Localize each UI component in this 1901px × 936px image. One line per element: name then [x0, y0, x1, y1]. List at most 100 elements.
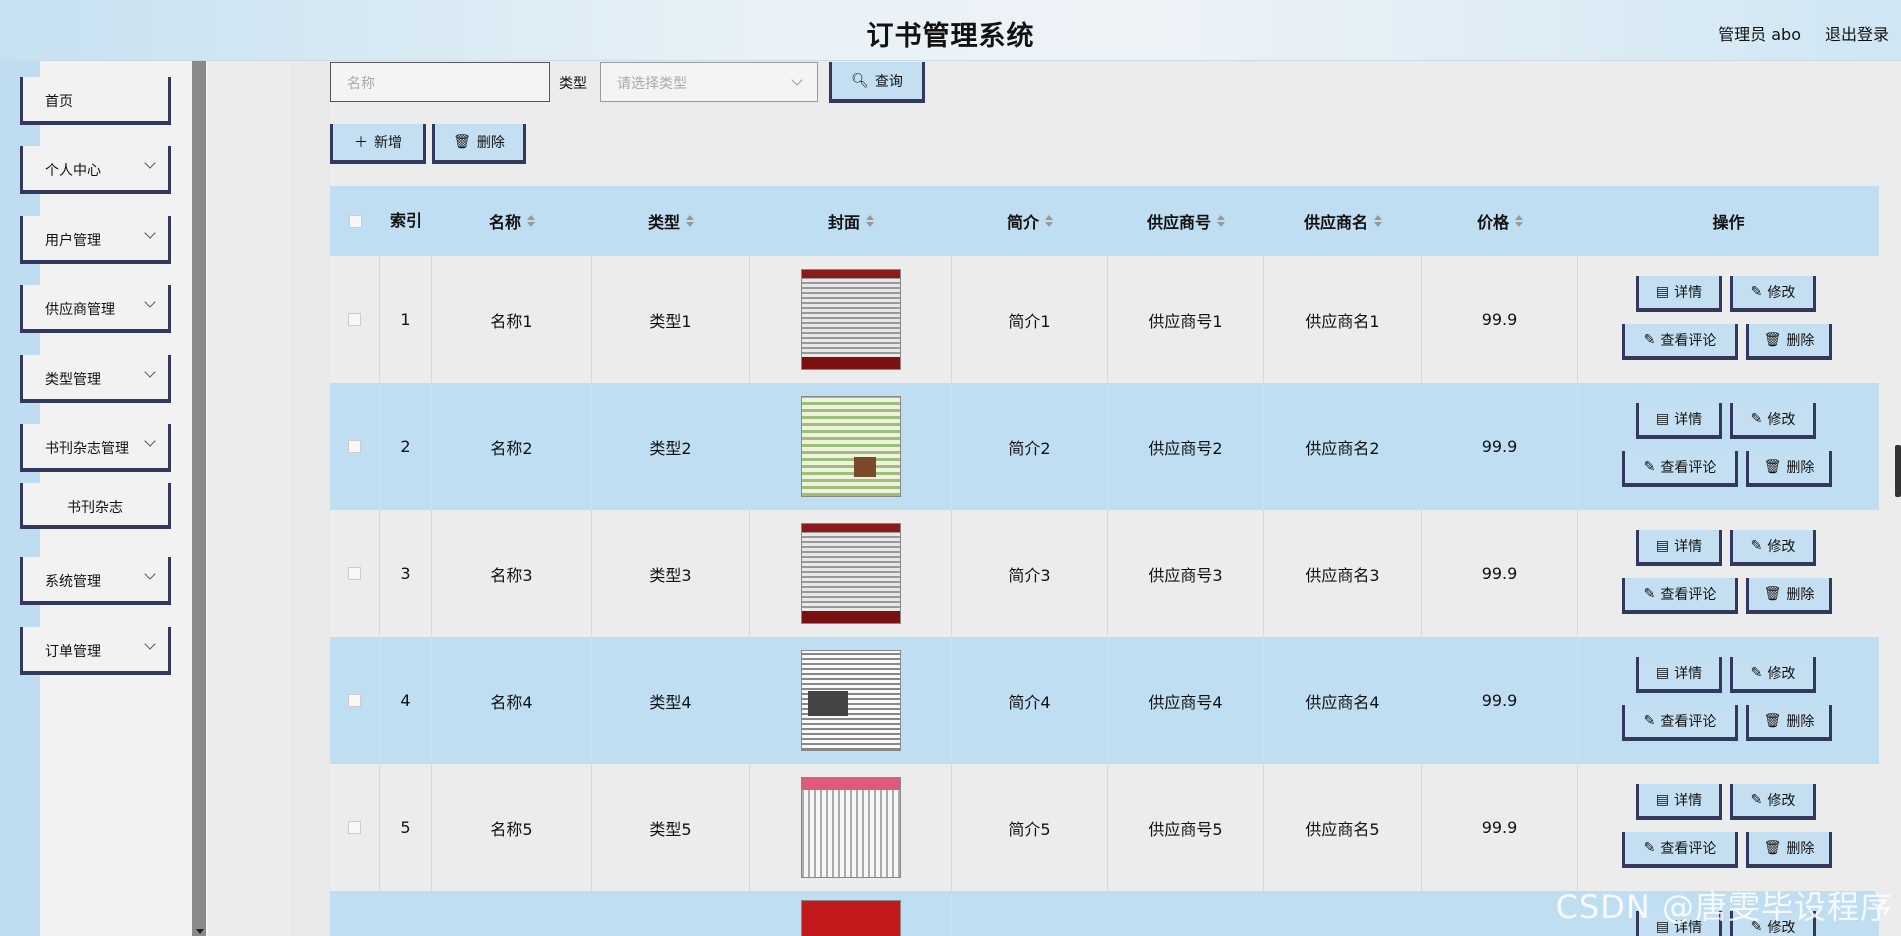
detail-button[interactable]: ▤ 详情 [1636, 276, 1722, 312]
view-comments-button[interactable]: ✎ 查看评论 [1622, 451, 1738, 487]
delete-label: 删除 [1786, 714, 1815, 730]
row-checkbox[interactable] [330, 510, 380, 637]
type-select[interactable]: 请选择类型 [600, 62, 818, 102]
query-button[interactable]: 🔍︎ 查询 [829, 62, 925, 103]
batch-delete-button[interactable]: 🗑︎ 删除 [432, 124, 526, 164]
cell-price: 99.9 [1422, 764, 1578, 891]
document-icon: ▤ [1655, 665, 1670, 681]
edit-button[interactable]: ✎ 修改 [1730, 784, 1816, 820]
delete-label: 删除 [1786, 460, 1815, 476]
sort-icon [1515, 215, 1523, 227]
select-all-checkbox[interactable] [330, 186, 380, 256]
sidebar-item-types[interactable]: 类型管理 [20, 355, 171, 403]
cell-price: 99.9 [1422, 510, 1578, 637]
cover-image[interactable] [800, 650, 901, 751]
header-type-label: 类型 [647, 213, 680, 232]
logout-link[interactable]: 退出登录 [1825, 21, 1889, 45]
cell-name: 名称4 [432, 637, 592, 764]
sort-icon [866, 215, 874, 227]
cell-supplier-no: 供应商号5 [1108, 764, 1264, 891]
sidebar-item-orders[interactable]: 订单管理 [20, 627, 171, 675]
delete-button[interactable]: 🗑︎ 删除 [1746, 705, 1832, 741]
edit-button[interactable]: ✎ 修改 [1730, 657, 1816, 693]
row-checkbox[interactable] [330, 764, 380, 891]
sidebar-item-label: 个人中心 [45, 163, 101, 179]
cell-index: 4 [380, 637, 432, 764]
detail-button[interactable]: ▤ 详情 [1636, 403, 1722, 439]
cover-image[interactable] [800, 777, 901, 878]
view-comments-button[interactable]: ✎ 查看评论 [1622, 578, 1738, 614]
cover-image[interactable] [800, 269, 901, 370]
edit-label: 修改 [1767, 412, 1796, 428]
cell-name: 名称3 [432, 510, 592, 637]
chevron-down-icon [144, 435, 156, 447]
cover-image[interactable] [800, 396, 901, 497]
detail-button[interactable]: ▤ 详情 [1636, 657, 1722, 693]
view-comments-button[interactable]: ✎ 查看评论 [1622, 324, 1738, 360]
background-decor [290, 61, 330, 936]
page-scrollbar[interactable] [1895, 445, 1901, 497]
row-checkbox[interactable] [330, 637, 380, 764]
header-supplier-name[interactable]: 供应商名 [1264, 186, 1422, 256]
cell-supplier-no: 供应商号2 [1108, 383, 1264, 510]
cell-type: 类型5 [592, 764, 750, 891]
name-search-input[interactable]: 名称 [330, 62, 550, 102]
view-comments-button[interactable]: ✎ 查看评论 [1622, 705, 1738, 741]
chevron-down-icon [144, 366, 156, 378]
sidebar-item-users[interactable]: 用户管理 [20, 216, 171, 264]
scroll-down-arrow-icon[interactable] [196, 929, 204, 934]
document-icon: ▤ [1655, 284, 1670, 300]
cell-name: 名称2 [432, 383, 592, 510]
header-intro[interactable]: 简介 [952, 186, 1108, 256]
cell-index: 3 [380, 510, 432, 637]
header-cover[interactable]: 封面 [750, 186, 952, 256]
sidebar-item-home[interactable]: 首页 [20, 77, 171, 125]
delete-button[interactable]: 🗑︎ 删除 [1746, 832, 1832, 868]
edit-button[interactable]: ✎ 修改 [1730, 403, 1816, 439]
watermark: CSDN @唐雯毕设程序 [1555, 888, 1893, 926]
delete-button[interactable]: 🗑︎ 删除 [1746, 578, 1832, 614]
cover-image[interactable] [800, 523, 901, 624]
add-button[interactable]: ＋ 新增 [330, 124, 426, 164]
batch-delete-button-label: 删除 [476, 135, 505, 151]
detail-button[interactable]: ▤ 详情 [1636, 784, 1722, 820]
sort-icon [1374, 215, 1382, 227]
pencil-icon: ✎ [1643, 586, 1656, 602]
cell-cover [750, 891, 952, 936]
header-type[interactable]: 类型 [592, 186, 750, 256]
header-name[interactable]: 名称 [432, 186, 592, 256]
edit-button[interactable]: ✎ 修改 [1730, 276, 1816, 312]
view-comments-button[interactable]: ✎ 查看评论 [1622, 832, 1738, 868]
sidebar-item-suppliers[interactable]: 供应商管理 [20, 285, 171, 333]
trash-icon: 🗑︎ [1763, 332, 1782, 348]
cover-image[interactable] [800, 900, 901, 936]
edit-button[interactable]: ✎ 修改 [1730, 530, 1816, 566]
detail-label: 详情 [1674, 539, 1703, 555]
table-row: 2 名称2 类型2 简介2 供应商号2 供应商名2 99.9 ▤ 详情 ✎ 修改 ✎… [330, 383, 1879, 510]
sidebar-subitem-magazines[interactable]: 书刊杂志 [20, 483, 171, 529]
delete-label: 删除 [1786, 587, 1815, 603]
header-cover-label: 封面 [827, 213, 860, 232]
cell-supplier-no: 供应商号3 [1108, 510, 1264, 637]
view-comments-label: 查看评论 [1660, 333, 1717, 349]
row-checkbox[interactable] [330, 383, 380, 510]
sort-icon [1217, 215, 1225, 227]
cell-supplier-name: 供应商名3 [1264, 510, 1422, 637]
sidebar-item-system[interactable]: 系统管理 [20, 557, 171, 605]
cell-index: 5 [380, 764, 432, 891]
cell-intro: 简介1 [952, 256, 1108, 383]
pencil-icon: ✎ [1750, 538, 1763, 554]
row-checkbox[interactable] [330, 256, 380, 383]
sidebar-item-magazines-mgmt[interactable]: 书刊杂志管理 [20, 424, 171, 472]
header-name-label: 名称 [488, 213, 521, 232]
delete-button[interactable]: 🗑︎ 删除 [1746, 324, 1832, 360]
delete-button[interactable]: 🗑︎ 删除 [1746, 451, 1832, 487]
header-supplier-no[interactable]: 供应商号 [1108, 186, 1264, 256]
cell-intro: 简介5 [952, 764, 1108, 891]
cell-cover [750, 256, 952, 383]
header-price[interactable]: 价格 [1422, 186, 1578, 256]
chevron-down-icon [144, 296, 156, 308]
sidebar-item-profile[interactable]: 个人中心 [20, 146, 171, 194]
view-comments-label: 查看评论 [1660, 841, 1717, 857]
detail-button[interactable]: ▤ 详情 [1636, 530, 1722, 566]
